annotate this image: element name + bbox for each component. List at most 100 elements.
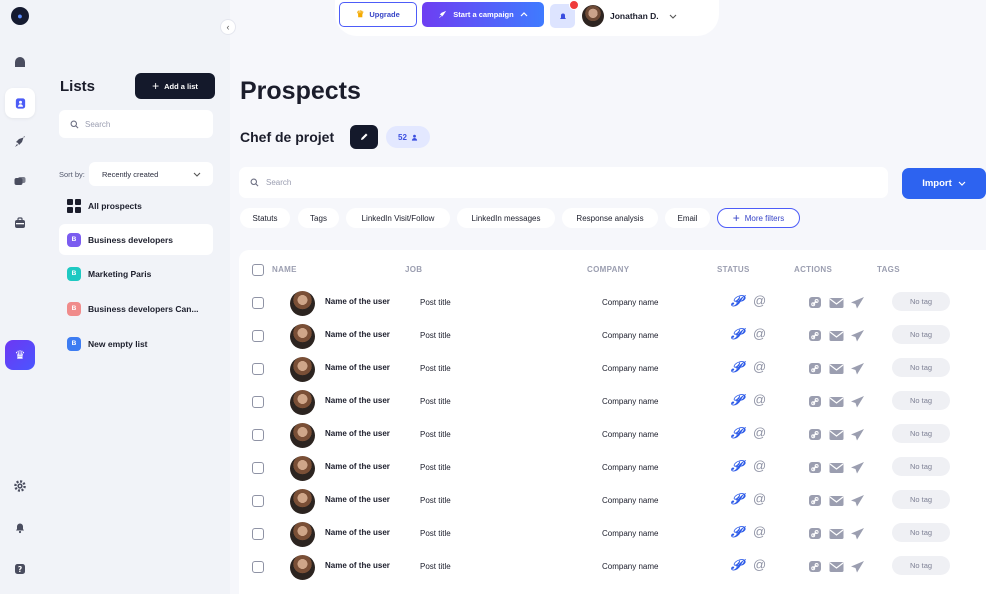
row-checkbox[interactable]	[252, 429, 264, 441]
bell-icon[interactable]	[10, 517, 30, 537]
linkedin-link-icon[interactable]: 𝒫	[731, 491, 742, 508]
start-campaign-button[interactable]: Start a campaign	[422, 2, 544, 27]
prospects-icon[interactable]	[5, 88, 35, 118]
column-header-job[interactable]: JOB	[405, 265, 422, 274]
row-checkbox[interactable]	[252, 462, 264, 474]
linkedin-link-icon[interactable]: 𝒫	[731, 359, 742, 376]
table-row[interactable]: Name of the user Post title Company name…	[239, 419, 986, 452]
tag-badge[interactable]: No tag	[892, 556, 950, 575]
row-checkbox[interactable]	[252, 495, 264, 507]
email-at-icon[interactable]: @	[753, 425, 766, 440]
mail-action-icon[interactable]	[829, 395, 844, 408]
filter-chip-tags[interactable]: Tags	[298, 208, 339, 228]
teams-icon[interactable]	[10, 213, 30, 233]
send-action-icon[interactable]	[850, 362, 865, 375]
filter-chip-linkedin-visit[interactable]: LinkedIn Visit/Follow	[346, 208, 450, 228]
filter-chip-email[interactable]: Email	[665, 208, 710, 228]
prospect-name[interactable]: Name of the user	[325, 363, 390, 372]
list-item-marketing-paris[interactable]: B Marketing Paris	[59, 258, 213, 289]
prospect-name[interactable]: Name of the user	[325, 462, 390, 471]
send-action-icon[interactable]	[850, 428, 865, 441]
more-filters-button[interactable]: + More filters	[717, 208, 800, 228]
column-header-tags[interactable]: TAGS	[877, 265, 900, 274]
tag-badge[interactable]: No tag	[892, 292, 950, 311]
list-item-business-developers-can[interactable]: B Business developers Can...	[59, 293, 213, 324]
edit-list-button[interactable]	[350, 125, 378, 149]
column-header-actions[interactable]: ACTIONS	[794, 265, 832, 274]
filter-chip-statuts[interactable]: Statuts	[240, 208, 290, 228]
filter-chip-linkedin-messages[interactable]: LinkedIn messages	[457, 208, 555, 228]
row-checkbox[interactable]	[252, 561, 264, 573]
link-action-icon[interactable]	[808, 329, 823, 342]
send-action-icon[interactable]	[850, 395, 865, 408]
tag-badge[interactable]: No tag	[892, 424, 950, 443]
prospect-name[interactable]: Name of the user	[325, 297, 390, 306]
table-row[interactable]: Name of the user Post title Company name…	[239, 551, 986, 584]
link-action-icon[interactable]	[808, 560, 823, 573]
send-action-icon[interactable]	[850, 494, 865, 507]
linkedin-link-icon[interactable]: 𝒫	[731, 392, 742, 409]
mail-action-icon[interactable]	[829, 560, 844, 573]
list-item-business-developers[interactable]: B Business developers	[59, 224, 213, 255]
tag-badge[interactable]: No tag	[892, 523, 950, 542]
import-button[interactable]: Import	[902, 168, 986, 199]
row-checkbox[interactable]	[252, 297, 264, 309]
email-at-icon[interactable]: @	[753, 359, 766, 374]
table-row[interactable]: Name of the user Post title Company name…	[239, 287, 986, 320]
row-checkbox[interactable]	[252, 396, 264, 408]
messages-icon[interactable]	[10, 172, 30, 192]
column-header-status[interactable]: STATUS	[717, 265, 750, 274]
row-checkbox[interactable]	[252, 363, 264, 375]
prospect-name[interactable]: Name of the user	[325, 396, 390, 405]
prospect-name[interactable]: Name of the user	[325, 429, 390, 438]
gear-icon[interactable]	[10, 476, 30, 496]
sort-select[interactable]: Recently created	[89, 162, 213, 186]
email-at-icon[interactable]: @	[753, 557, 766, 572]
lists-search-input[interactable]: Search	[59, 110, 213, 138]
collapse-panel-button[interactable]: ‹	[220, 19, 236, 35]
email-at-icon[interactable]: @	[753, 524, 766, 539]
tag-badge[interactable]: No tag	[892, 457, 950, 476]
list-item-new-empty-list[interactable]: B New empty list	[59, 328, 213, 359]
notifications-button[interactable]	[550, 0, 579, 28]
tag-badge[interactable]: No tag	[892, 490, 950, 509]
email-at-icon[interactable]: @	[753, 293, 766, 308]
user-menu[interactable]: Jonathan D.	[582, 5, 677, 27]
table-row[interactable]: Name of the user Post title Company name…	[239, 320, 986, 353]
table-row[interactable]: Name of the user Post title Company name…	[239, 353, 986, 386]
tag-badge[interactable]: No tag	[892, 358, 950, 377]
mail-action-icon[interactable]	[829, 296, 844, 309]
tag-badge[interactable]: No tag	[892, 391, 950, 410]
home-icon[interactable]	[10, 52, 30, 72]
mail-action-icon[interactable]	[829, 461, 844, 474]
table-row[interactable]: Name of the user Post title Company name…	[239, 518, 986, 551]
table-row[interactable]: Name of the user Post title Company name…	[239, 452, 986, 485]
column-header-company[interactable]: COMPANY	[587, 265, 629, 274]
mail-action-icon[interactable]	[829, 329, 844, 342]
table-row[interactable]: Name of the user Post title Company name…	[239, 386, 986, 419]
add-list-button[interactable]: + Add a list	[135, 73, 215, 99]
column-header-name[interactable]: NAME	[272, 265, 297, 274]
select-all-checkbox[interactable]	[252, 264, 264, 276]
send-action-icon[interactable]	[850, 296, 865, 309]
linkedin-link-icon[interactable]: 𝒫	[731, 326, 742, 343]
help-icon[interactable]: ?	[10, 559, 30, 579]
link-action-icon[interactable]	[808, 395, 823, 408]
linkedin-link-icon[interactable]: 𝒫	[731, 425, 742, 442]
link-action-icon[interactable]	[808, 494, 823, 507]
linkedin-link-icon[interactable]: 𝒫	[731, 458, 742, 475]
email-at-icon[interactable]: @	[753, 326, 766, 341]
send-action-icon[interactable]	[850, 329, 865, 342]
list-item-all-prospects[interactable]: All prospects	[59, 190, 213, 221]
prospect-count-badge[interactable]: 52	[386, 126, 430, 148]
linkedin-link-icon[interactable]: 𝒫	[731, 557, 742, 574]
link-action-icon[interactable]	[808, 428, 823, 441]
link-action-icon[interactable]	[808, 362, 823, 375]
email-at-icon[interactable]: @	[753, 458, 766, 473]
prospect-name[interactable]: Name of the user	[325, 330, 390, 339]
email-at-icon[interactable]: @	[753, 491, 766, 506]
prospects-search-input[interactable]: Search	[239, 167, 888, 198]
link-action-icon[interactable]	[808, 461, 823, 474]
link-action-icon[interactable]	[808, 296, 823, 309]
filter-chip-response-analysis[interactable]: Response analysis	[562, 208, 658, 228]
